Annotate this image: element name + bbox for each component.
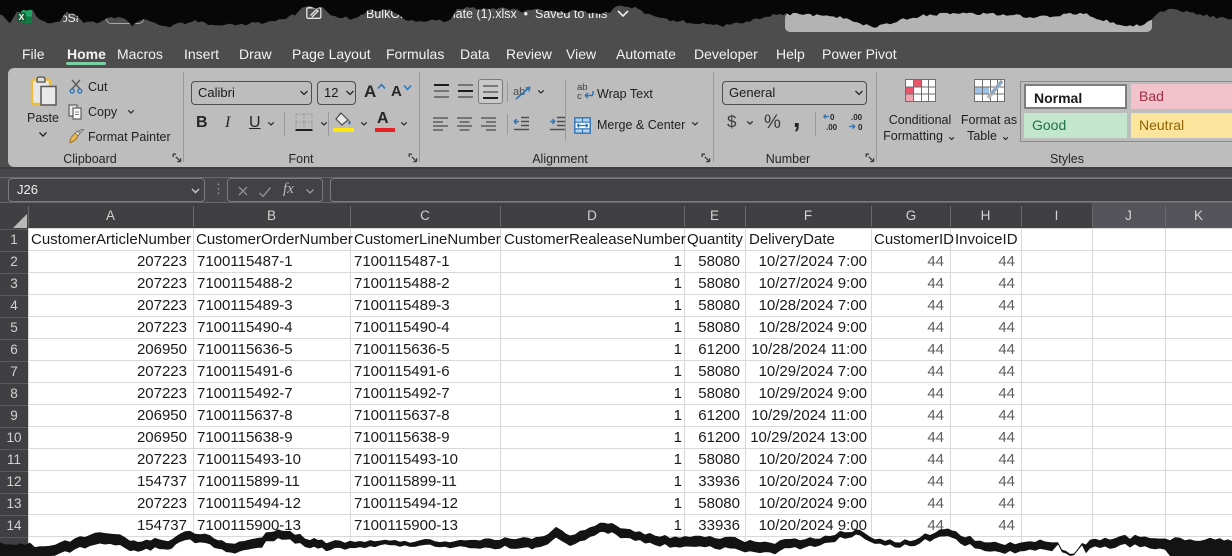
svg-text:.00: .00 (851, 113, 863, 122)
svg-text:c: c (577, 91, 582, 101)
svg-text:0: 0 (830, 113, 835, 122)
svg-text:0: 0 (858, 123, 863, 132)
svg-text:.00: .00 (826, 123, 838, 132)
